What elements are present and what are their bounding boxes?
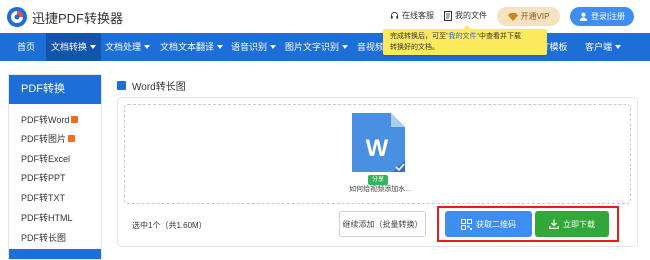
nav-item-label: 语音识别 (231, 42, 268, 52)
tooltip-line-1: 完成转换后，可至"我的文件"中查看并下载 (390, 31, 541, 42)
get-qr-code-button[interactable]: 获取二维码 (445, 211, 532, 237)
main-nav: 首页 文档转换 文档处理 文档文本翻译 语音识别 图片文字识别 音视频 T模板 … (0, 33, 650, 61)
sidebar-item-pdf-word[interactable]: PDF转Word (21, 113, 79, 126)
download-now-button[interactable]: 立即下载 (535, 211, 609, 237)
nav-item-ocr[interactable]: 图片文字识别 (280, 33, 353, 61)
hot-badge-icon (71, 116, 79, 124)
my-files-link[interactable]: 我的文件 (444, 10, 487, 21)
tooltip-text: 完成转换后，可至 (390, 33, 446, 40)
chevron-down-icon (144, 44, 151, 49)
user-icon (579, 12, 588, 21)
sidebar-item-label: PDF转Excel (21, 154, 71, 164)
qr-code-icon (461, 218, 472, 230)
nav-item-doc-convert[interactable]: 文档转换 (46, 33, 102, 61)
sidebar-section-header (9, 249, 101, 259)
chevron-down-icon (90, 44, 97, 49)
app-logo-icon (7, 7, 27, 27)
nav-item-label: 图片文字识别 (285, 42, 340, 52)
sidebar-item-pdf-image[interactable]: PDF转图片 (21, 132, 76, 145)
document-icon (444, 10, 452, 21)
login-register-button[interactable]: 登录|注册 (570, 7, 634, 26)
chevron-down-icon (270, 44, 277, 49)
vip-button[interactable]: 开通VIP (497, 7, 560, 26)
chevron-down-icon (615, 44, 622, 49)
page-title: Word转长图 (117, 78, 186, 93)
sidebar-item-pdf-html[interactable]: PDF转HTML (21, 211, 73, 224)
nav-item-client[interactable]: 客户端 (580, 33, 626, 61)
sidebar-item-label: PDF转TXT (21, 193, 65, 203)
hot-badge-icon (68, 135, 76, 143)
tooltip-highlight[interactable]: "我的文件" (446, 33, 479, 40)
sidebar-item-pdf-excel[interactable]: PDF转Excel (21, 152, 70, 165)
tooltip-text: 中查看并下载 (478, 33, 521, 40)
file-type-letter: W (366, 135, 389, 162)
sidebar-item-label: PDF转HTML (21, 213, 73, 223)
nav-item-label: 文档转换 (51, 42, 88, 52)
sidebar-item-label: PDF转长图 (21, 233, 67, 243)
nav-item-label: 客户端 (585, 42, 613, 52)
online-service-label: 在线客服 (402, 11, 434, 20)
top-header: 迅捷PDF转换器 在线客服 我的文件 开通VIP 登录|注册 (0, 0, 650, 33)
my-files-tooltip: 完成转换后，可至"我的文件"中查看并下载 转换好的文档。 (383, 25, 547, 55)
my-files-label: 我的文件 (455, 11, 487, 20)
sidebar-item-label: PDF转图片 (21, 134, 67, 144)
login-register-label: 登录|注册 (590, 12, 626, 21)
sidebar: PDF转换 PDF转Word PDF转图片 PDF转Excel PDF转PPT … (8, 74, 102, 260)
download-now-label: 立即下载 (563, 219, 595, 229)
nav-item-doc-process[interactable]: 文档处理 (100, 33, 155, 61)
sidebar-item-pdf-txt[interactable]: PDF转TXT (21, 191, 65, 204)
chevron-down-icon (217, 44, 224, 49)
online-service-link[interactable]: 在线客服 (390, 10, 434, 21)
download-icon (549, 219, 559, 229)
sidebar-title: PDF转换 (9, 75, 101, 104)
page-title-label: Word转长图 (132, 82, 186, 93)
sidebar-item-pdf-ppt[interactable]: PDF转PPT (21, 171, 66, 184)
selection-info: 选中1个（共1.60M） (132, 221, 207, 230)
nav-item-label: T模板 (544, 42, 568, 52)
app-title: 迅捷PDF转换器 (32, 11, 124, 26)
vip-button-label: 开通VIP (520, 12, 550, 21)
nav-item-label: 首页 (17, 42, 36, 52)
chevron-down-icon (342, 44, 349, 49)
get-qr-code-label: 获取二维码 (476, 219, 516, 229)
diamond-icon (507, 12, 518, 21)
nav-item-home[interactable]: 首页 (12, 33, 40, 61)
sidebar-item-label: PDF转PPT (21, 173, 66, 183)
nav-item-translate[interactable]: 文档文本翻译 (155, 33, 228, 61)
nav-item-label: 文档文本翻译 (160, 42, 215, 52)
continue-add-label: 继续添加（批量转换） (342, 219, 423, 229)
nav-item-speech[interactable]: 语音识别 (226, 33, 281, 61)
sidebar-item-label: PDF转Word (21, 115, 70, 125)
nav-item-label: 音视频 (357, 42, 385, 52)
nav-item-label: 文档处理 (105, 42, 142, 52)
sidebar-item-pdf-longimage[interactable]: PDF转长图 (21, 231, 66, 244)
tooltip-line-2: 转换好的文档。 (390, 44, 439, 51)
title-marker-icon (117, 81, 126, 90)
headset-icon (390, 11, 399, 19)
continue-add-button[interactable]: 继续添加（批量转换） (339, 211, 426, 237)
file-name: 如何给视频添加水... (349, 186, 411, 193)
